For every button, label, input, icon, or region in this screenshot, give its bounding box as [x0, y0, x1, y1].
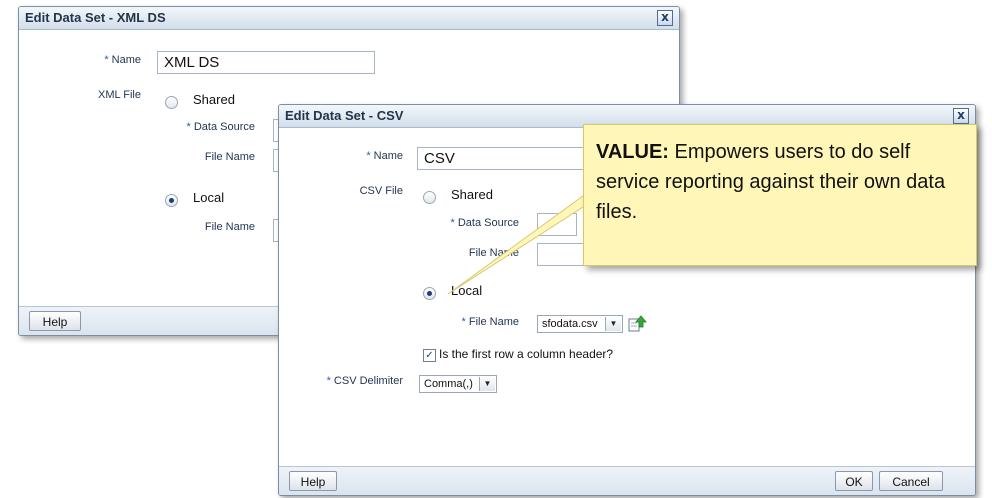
csv-file-label: CSV File	[359, 185, 403, 197]
close-icon[interactable]: x	[953, 108, 969, 124]
xml-local-radio[interactable]	[165, 194, 178, 207]
csv-delimiter-select[interactable]: Comma(,) ▼	[419, 375, 497, 393]
xml-file-label: XML File	[98, 89, 141, 101]
xml-local-label: Local	[193, 190, 225, 205]
xml-name-input[interactable]: XML DS	[157, 51, 375, 74]
upload-icon[interactable]	[627, 314, 647, 338]
callout-heading: VALUE:	[596, 141, 669, 163]
callout-pointer	[447, 195, 602, 295]
required-star: *	[366, 150, 371, 162]
csv-local-file-name-label: * File Name	[461, 316, 519, 328]
csv-shared-radio[interactable]	[423, 191, 436, 204]
csv-name-input[interactable]: CSV	[417, 147, 597, 170]
csv-delimiter-label: * CSV Delimiter	[326, 375, 403, 387]
xml-local-file-name-label: File Name	[204, 221, 255, 233]
csv-delimiter-value: Comma(,)	[424, 378, 473, 390]
csv-local-radio[interactable]	[423, 287, 436, 300]
help-button[interactable]: Help	[29, 311, 81, 331]
required-star: *	[326, 375, 331, 387]
xml-file-name-label: File Name	[204, 151, 255, 163]
cancel-button[interactable]: Cancel	[879, 471, 943, 491]
required-star: *	[104, 54, 109, 66]
xml-shared-label: Shared	[193, 92, 235, 107]
required-star: *	[461, 316, 466, 328]
ok-button[interactable]: OK	[835, 471, 873, 491]
xml-dialog-title: Edit Data Set - XML DS	[25, 10, 166, 25]
csv-dialog-title: Edit Data Set - CSV	[285, 108, 404, 123]
help-button[interactable]: Help	[289, 471, 337, 491]
value-callout: VALUE: Empowers users to do self service…	[583, 124, 977, 266]
chevron-down-icon[interactable]: ▼	[479, 377, 495, 391]
xml-name-label: * Name	[104, 54, 141, 66]
xml-dialog-titlebar: Edit Data Set - XML DS x	[19, 7, 679, 30]
close-icon[interactable]: x	[657, 10, 673, 26]
header-row-checkbox[interactable]: ✓	[423, 349, 436, 362]
required-star: *	[186, 121, 191, 133]
csv-local-file-value: sfodata.csv	[542, 318, 598, 330]
csv-local-file-select[interactable]: sfodata.csv ▼	[537, 315, 623, 333]
csv-name-label: * Name	[366, 150, 403, 162]
chevron-down-icon[interactable]: ▼	[605, 317, 621, 331]
xml-data-source-label: * Data Source	[186, 121, 256, 133]
csv-dialog-footer: Help OK Cancel	[279, 466, 975, 495]
header-row-label: Is the first row a column header?	[439, 347, 614, 361]
xml-shared-radio[interactable]	[165, 96, 178, 109]
callout-text: VALUE: Empowers users to do self service…	[596, 137, 968, 227]
